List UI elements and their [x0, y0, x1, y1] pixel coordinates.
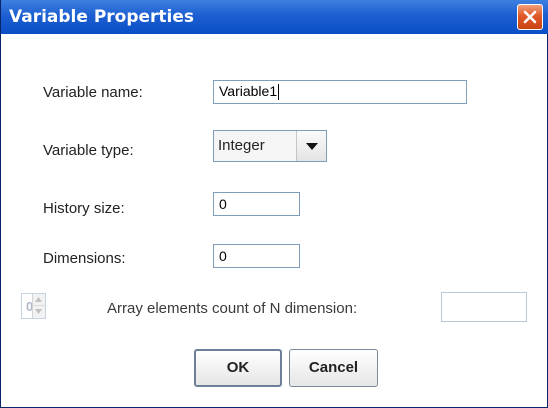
variable-type-value: Integer — [218, 137, 265, 154]
history-size-input[interactable]: 0 — [213, 192, 300, 216]
spin-up-button[interactable] — [33, 294, 45, 306]
variable-properties-dialog: Variable Properties Variable name: Varia… — [0, 0, 548, 408]
spin-down-icon — [35, 309, 42, 314]
close-icon — [523, 10, 537, 24]
title-bar: Variable Properties — [1, 0, 548, 34]
variable-name-value: Variable1 — [219, 83, 278, 99]
dimensions-input[interactable]: 0 — [213, 244, 300, 268]
ok-button[interactable]: OK — [194, 349, 282, 387]
spinner-buttons — [32, 294, 45, 318]
cancel-button[interactable]: Cancel — [289, 349, 378, 387]
array-dimension-spinner[interactable]: 0 — [21, 293, 46, 319]
array-elements-label: Array elements count of N dimension: — [107, 300, 358, 317]
history-size-label: History size: — [43, 200, 125, 217]
variable-name-label: Variable name: — [43, 84, 143, 101]
chevron-down-icon — [306, 143, 318, 150]
spin-down-button[interactable] — [33, 306, 45, 318]
dimensions-label: Dimensions: — [43, 250, 126, 267]
variable-name-input[interactable]: Variable1 — [213, 80, 467, 104]
variable-type-label: Variable type: — [43, 142, 134, 159]
variable-type-select[interactable]: Integer — [213, 130, 327, 162]
dropdown-button[interactable] — [296, 131, 326, 161]
text-caret — [278, 84, 280, 101]
window-title: Variable Properties — [9, 7, 195, 27]
close-button[interactable] — [517, 4, 543, 30]
spin-up-icon — [35, 297, 42, 302]
array-elements-input[interactable] — [441, 292, 527, 322]
